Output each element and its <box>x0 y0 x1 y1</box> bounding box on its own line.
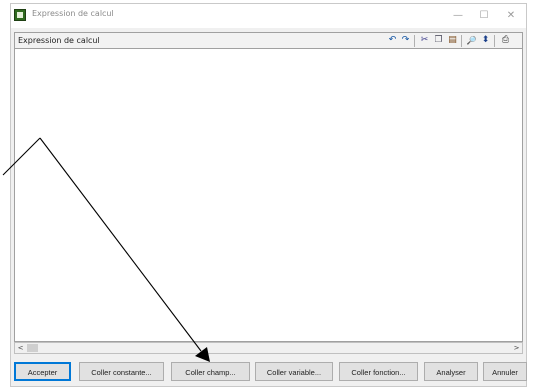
arrow-tail-line <box>2 137 41 176</box>
arrow-head <box>195 347 210 362</box>
arrow-shaft-line <box>39 137 202 352</box>
annotation-arrow <box>2 137 210 362</box>
